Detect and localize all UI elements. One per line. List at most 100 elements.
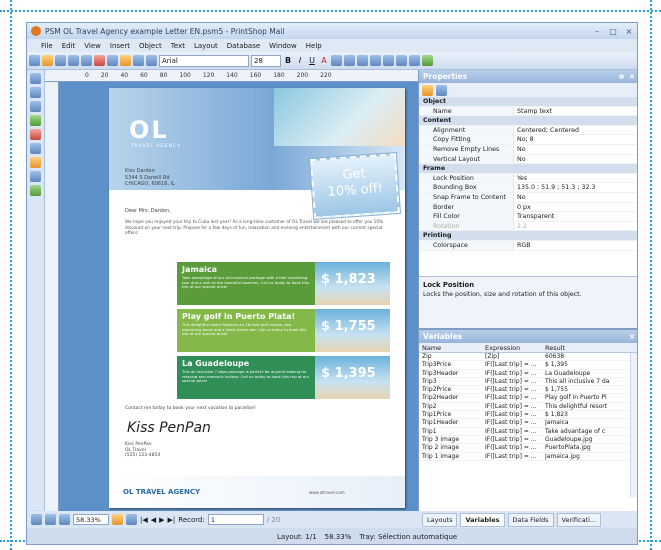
offer-block-1[interactable]: Jamaica Take advantage of our all-inclusi… (177, 262, 390, 305)
print-preview-icon[interactable] (68, 55, 79, 66)
panel-close-icon[interactable]: × (625, 70, 637, 83)
font-select[interactable]: Arial (159, 54, 249, 67)
text-color-button[interactable]: A (319, 56, 329, 65)
intro-paragraph[interactable]: We hope you enjoyed your trip to Cuba la… (125, 220, 385, 237)
offer-block-2[interactable]: Play golf in Puerto Plata! This delightfu… (177, 309, 390, 352)
spell-check-icon[interactable] (422, 55, 433, 66)
underline-button[interactable]: U (307, 56, 317, 65)
variable-row[interactable]: Trip3Price IF([Last trip] = ... $ 1,395 (419, 361, 637, 370)
tab-variables[interactable]: Variables (460, 512, 505, 527)
property-value[interactable]: Yes (514, 174, 637, 183)
zoom-tool-icon[interactable] (30, 101, 41, 112)
property-value[interactable]: 135.0 ; 51.9 ; 51.3 ; 32.3 (514, 183, 637, 192)
align-left-icon[interactable] (331, 55, 342, 66)
property-row[interactable]: Alignment Centered; Centered (419, 125, 637, 136)
justify-icon[interactable] (370, 55, 381, 66)
italic-button[interactable]: I (295, 56, 305, 65)
variable-tool-icon[interactable] (30, 185, 41, 196)
text-tool-icon[interactable] (30, 87, 41, 98)
offer-block-3[interactable]: La Guadeloupe This all-inclusive 7 days p… (177, 356, 390, 399)
tab-verification[interactable]: Verificati... (556, 512, 602, 527)
variable-row[interactable]: Trip2Price IF([Last trip] = ... $ 1,755 (419, 386, 637, 395)
property-row[interactable]: Border 0 px (419, 202, 637, 213)
signer-block[interactable]: Kiss PenPan OL Travel (555) 123-4854 (125, 442, 160, 459)
bold-button[interactable]: B (283, 56, 293, 65)
company-logo[interactable]: OL (129, 116, 169, 144)
stamp-text[interactable]: Get 10% off! (308, 151, 402, 221)
variable-row[interactable]: Zip [Zip] 60638 (419, 353, 637, 362)
recipient-address[interactable]: Kiss Darden 5344 S Darwill Rd CHICAGO, 6… (125, 168, 275, 188)
variable-row[interactable]: Trip1Price IF([Last trip] = ... $ 1,823 (419, 411, 637, 420)
letter-page[interactable]: OL TRAVEL AGENCY Get 10% off! Kiss Darde… (109, 88, 405, 508)
line-tool-icon[interactable] (30, 115, 41, 126)
contact-line[interactable]: Contact me today to book your next vacat… (125, 406, 256, 411)
property-value[interactable]: No (514, 193, 637, 202)
property-row[interactable]: Colorspace RGB (419, 240, 637, 251)
menu-object[interactable]: Object (139, 42, 162, 50)
bullets-icon[interactable] (383, 55, 394, 66)
undo-icon[interactable] (133, 55, 144, 66)
property-value[interactable]: RGB (514, 241, 637, 250)
variable-row[interactable]: Trip 3 image IF([Last trip] = ... Guadelou… (419, 436, 637, 445)
view-mode-icon[interactable] (45, 514, 56, 525)
prev-record-button[interactable]: ◀ (151, 516, 156, 524)
indent-icon[interactable] (396, 55, 407, 66)
footer-logo[interactable]: OL TRAVEL AGENCY (123, 488, 200, 496)
first-record-button[interactable]: |◀ (140, 516, 148, 524)
property-row[interactable]: Name Stamp text (419, 106, 637, 117)
paragraph-marks-icon[interactable] (112, 514, 123, 525)
property-value[interactable]: No (514, 145, 637, 154)
property-value[interactable]: Transparent (514, 212, 637, 221)
close-icon[interactable]: × (621, 27, 637, 36)
variable-row[interactable]: Trip 2 image IF([Last trip] = ... PuertoPl… (419, 444, 637, 453)
record-input[interactable]: 1 (207, 514, 264, 525)
minimize-icon[interactable]: – (589, 27, 605, 36)
column-header[interactable]: Result (545, 343, 629, 352)
tab-data-fields[interactable]: Data Fields (507, 512, 554, 527)
signature[interactable]: Kiss PenPan (127, 420, 211, 436)
tab-layouts[interactable]: Layouts (422, 512, 458, 527)
redo-icon[interactable] (146, 55, 157, 66)
property-value[interactable]: No; 8 (514, 135, 637, 144)
view-mode-icon[interactable] (59, 514, 70, 525)
menu-edit[interactable]: Edit (62, 42, 76, 50)
property-value[interactable]: No (514, 155, 637, 164)
maximize-icon[interactable]: □ (605, 27, 621, 36)
image-tool-icon[interactable] (30, 143, 41, 154)
variable-row[interactable]: Trip2Header IF([Last trip] = ... Play golf… (419, 394, 637, 403)
font-size-select[interactable]: 28 (251, 54, 281, 67)
new-file-icon[interactable] (29, 55, 40, 66)
variable-row[interactable]: Trip3 IF([Last trip] = ... This all inclus… (419, 378, 637, 387)
ellipse-tool-icon[interactable] (30, 171, 41, 182)
menu-file[interactable]: File (41, 42, 53, 50)
property-row[interactable]: Vertical Layout No (419, 154, 637, 165)
property-row[interactable]: Copy Fitting No; 8 (419, 135, 637, 145)
outdent-icon[interactable] (409, 55, 420, 66)
align-right-icon[interactable] (357, 55, 368, 66)
pointer-tool-icon[interactable] (30, 73, 41, 84)
design-canvas[interactable]: 0 20 40 60 80 100 120 140 160 180 200 22… (45, 70, 418, 511)
save-icon[interactable] (55, 55, 66, 66)
column-header[interactable]: Expression (485, 343, 545, 352)
variables-scrollbar[interactable] (630, 353, 637, 497)
menu-insert[interactable]: Insert (110, 42, 130, 50)
panel-close-icon[interactable]: × (625, 330, 637, 343)
column-header[interactable]: Name (419, 343, 485, 352)
next-record-button[interactable]: ▶ (159, 516, 164, 524)
property-section[interactable]: Printing (419, 231, 637, 241)
menu-layout[interactable]: Layout (194, 42, 218, 50)
menu-window[interactable]: Window (269, 42, 297, 50)
property-row[interactable]: Remove Empty Lines No (419, 144, 637, 155)
property-section[interactable]: Object (419, 97, 637, 107)
footer-url[interactable]: www.oltravel.com (309, 490, 345, 495)
preview-icon[interactable] (126, 514, 137, 525)
property-row[interactable]: Lock Position Yes (419, 173, 637, 184)
open-folder-icon[interactable] (42, 55, 53, 66)
menu-database[interactable]: Database (227, 42, 260, 50)
variables-list[interactable]: Zip [Zip] 60638 Trip3Price IF([Last trip] = … (419, 353, 637, 461)
property-value[interactable]: Centered; Centered (514, 126, 637, 135)
property-row[interactable]: Rotation 2.2 (419, 221, 637, 232)
salutation[interactable]: Dear Mrs. Darden, (125, 208, 171, 214)
property-grid[interactable]: Object Name Stamp text Content Alignment Cent… (419, 97, 637, 251)
variable-row[interactable]: Trip3Header IF([Last trip] = ... La Guadel… (419, 370, 637, 378)
